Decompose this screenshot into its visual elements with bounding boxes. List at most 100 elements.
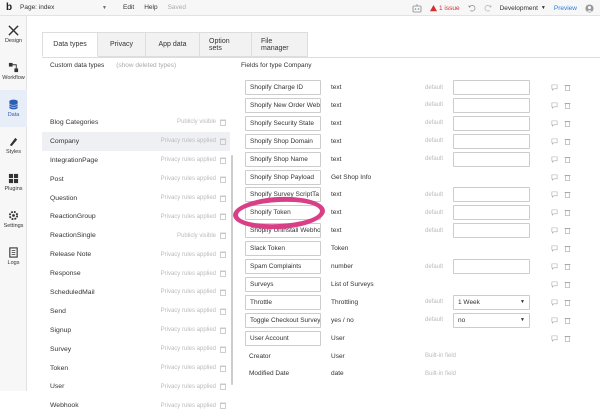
trash-icon[interactable] <box>564 174 571 181</box>
field-name-input[interactable]: Shopify Shop Name <box>245 151 321 167</box>
tab-privacy[interactable]: Privacy <box>98 32 146 57</box>
comment-icon[interactable] <box>551 138 558 145</box>
default-value-input[interactable] <box>453 133 530 149</box>
data-type-row[interactable]: ReactionGroup Privacy rules applied <box>42 207 230 226</box>
show-deleted-types-link[interactable]: (show deleted types) <box>116 62 176 69</box>
menu-edit[interactable]: Edit <box>123 4 134 11</box>
sidebar-item-settings[interactable]: Settings <box>0 201 27 238</box>
redo-icon[interactable] <box>484 4 492 12</box>
comment-icon[interactable] <box>551 281 558 288</box>
trash-icon[interactable] <box>564 245 571 252</box>
data-type-row[interactable]: Signup Privacy rules applied <box>42 321 230 340</box>
sidebar-item-data[interactable]: Data <box>0 90 27 127</box>
default-value-input[interactable] <box>453 80 530 95</box>
sidebar-item-plugins[interactable]: Plugins <box>0 164 27 201</box>
default-value-input[interactable] <box>453 205 530 221</box>
trash-icon[interactable] <box>220 365 226 372</box>
menu-help[interactable]: Help <box>144 4 157 11</box>
data-type-row[interactable]: Survey Privacy rules applied <box>42 340 230 359</box>
trash-icon[interactable] <box>220 402 226 410</box>
trash-icon[interactable] <box>220 176 226 183</box>
trash-icon[interactable] <box>564 191 571 199</box>
field-name-input[interactable]: Throttle <box>245 294 321 310</box>
trash-icon[interactable] <box>564 102 571 109</box>
comment-icon[interactable] <box>551 84 558 91</box>
comment-icon[interactable] <box>551 209 558 217</box>
trash-icon[interactable] <box>220 232 226 240</box>
trash-icon[interactable] <box>220 346 226 353</box>
data-type-row[interactable]: User Privacy rules applied <box>42 377 230 396</box>
trash-icon[interactable] <box>220 195 226 202</box>
undo-icon[interactable] <box>467 4 476 12</box>
field-name-input[interactable]: Toggle Checkout Survey <box>245 312 321 328</box>
sidebar-item-logs[interactable]: Logs <box>0 238 27 275</box>
comment-icon[interactable] <box>551 245 558 252</box>
field-name-input[interactable]: Shopify Charge ID <box>245 80 321 95</box>
data-type-row[interactable]: Webhook Privacy rules applied <box>42 396 230 415</box>
preview-button[interactable]: Preview <box>554 5 577 12</box>
default-value-input[interactable] <box>453 151 530 167</box>
data-type-row[interactable]: Send Privacy rules applied <box>42 302 230 321</box>
trash-icon[interactable] <box>220 289 226 296</box>
trash-icon[interactable] <box>564 209 571 217</box>
sidebar-item-workflow[interactable]: Workflow <box>0 53 27 90</box>
trash-icon[interactable] <box>220 119 226 126</box>
tab-app-data[interactable]: App data <box>146 32 200 57</box>
scrollbar[interactable] <box>231 155 233 385</box>
default-value-dropdown[interactable]: no ▼ <box>453 312 530 328</box>
field-name-input[interactable]: User Account <box>245 330 321 346</box>
trash-icon[interactable] <box>220 327 226 334</box>
field-name-input[interactable]: Shopify Shop Domain <box>245 133 321 149</box>
trash-icon[interactable] <box>220 270 226 277</box>
sidebar-item-styles[interactable]: Styles <box>0 127 27 164</box>
default-value-dropdown[interactable]: 1 Week ▼ <box>453 294 530 310</box>
page-selector[interactable]: Page: index ▼ <box>18 4 113 11</box>
tab-option-sets[interactable]: Option sets <box>200 32 252 57</box>
data-type-row[interactable]: Blog Categories Publicly visible <box>42 113 230 132</box>
trash-icon[interactable] <box>564 227 571 235</box>
sidebar-item-design[interactable]: Design <box>0 16 27 53</box>
default-value-input[interactable] <box>453 115 530 131</box>
trash-icon[interactable] <box>564 156 571 163</box>
field-name-input[interactable]: Surveys <box>245 276 321 292</box>
trash-icon[interactable] <box>564 263 571 270</box>
comment-icon[interactable] <box>551 335 558 342</box>
data-type-row[interactable]: Post Privacy rules applied <box>42 170 230 189</box>
trash-icon[interactable] <box>564 335 571 342</box>
data-type-row[interactable]: Response Privacy rules applied <box>42 264 230 283</box>
default-value-input[interactable] <box>453 187 530 203</box>
comment-icon[interactable] <box>551 299 558 306</box>
field-name-input[interactable]: Slack Token <box>245 241 321 257</box>
user-avatar-icon[interactable] <box>585 3 594 13</box>
environment-selector[interactable]: Development ▼ <box>500 5 546 12</box>
default-value-input[interactable] <box>453 223 530 239</box>
trash-icon[interactable] <box>220 251 226 259</box>
data-type-row[interactable]: Question Privacy rules applied <box>42 189 230 208</box>
comment-icon[interactable] <box>551 263 558 270</box>
data-type-row[interactable]: IntegrationPage Privacy rules applied <box>42 151 230 170</box>
comment-icon[interactable] <box>551 102 558 109</box>
trash-icon[interactable] <box>220 383 226 391</box>
comment-icon[interactable] <box>551 317 558 324</box>
comment-icon[interactable] <box>551 156 558 163</box>
field-name-input[interactable]: Shopify Security State <box>245 115 321 131</box>
data-type-row[interactable]: ScheduledMail Privacy rules applied <box>42 283 230 302</box>
trash-icon[interactable] <box>220 213 226 221</box>
data-type-row[interactable]: ReactionSingle Publicly visible <box>42 226 230 245</box>
trash-icon[interactable] <box>564 138 571 145</box>
comment-icon[interactable] <box>551 227 558 235</box>
trash-icon[interactable] <box>564 120 571 127</box>
trash-icon[interactable] <box>220 308 226 315</box>
default-value-input[interactable] <box>453 259 530 274</box>
default-value-input[interactable] <box>453 97 530 113</box>
tab-file-manager[interactable]: File manager <box>252 32 308 57</box>
trash-icon[interactable] <box>564 317 571 324</box>
trash-icon[interactable] <box>564 299 571 306</box>
comment-icon[interactable] <box>551 191 558 199</box>
trash-icon[interactable] <box>564 84 571 91</box>
data-type-row[interactable]: Release Note Privacy rules applied <box>42 245 230 264</box>
comment-icon[interactable] <box>551 120 558 127</box>
trash-icon[interactable] <box>564 281 571 288</box>
data-type-row[interactable]: Token Privacy rules applied <box>42 359 230 378</box>
tab-data-types[interactable]: Data types <box>42 32 98 57</box>
